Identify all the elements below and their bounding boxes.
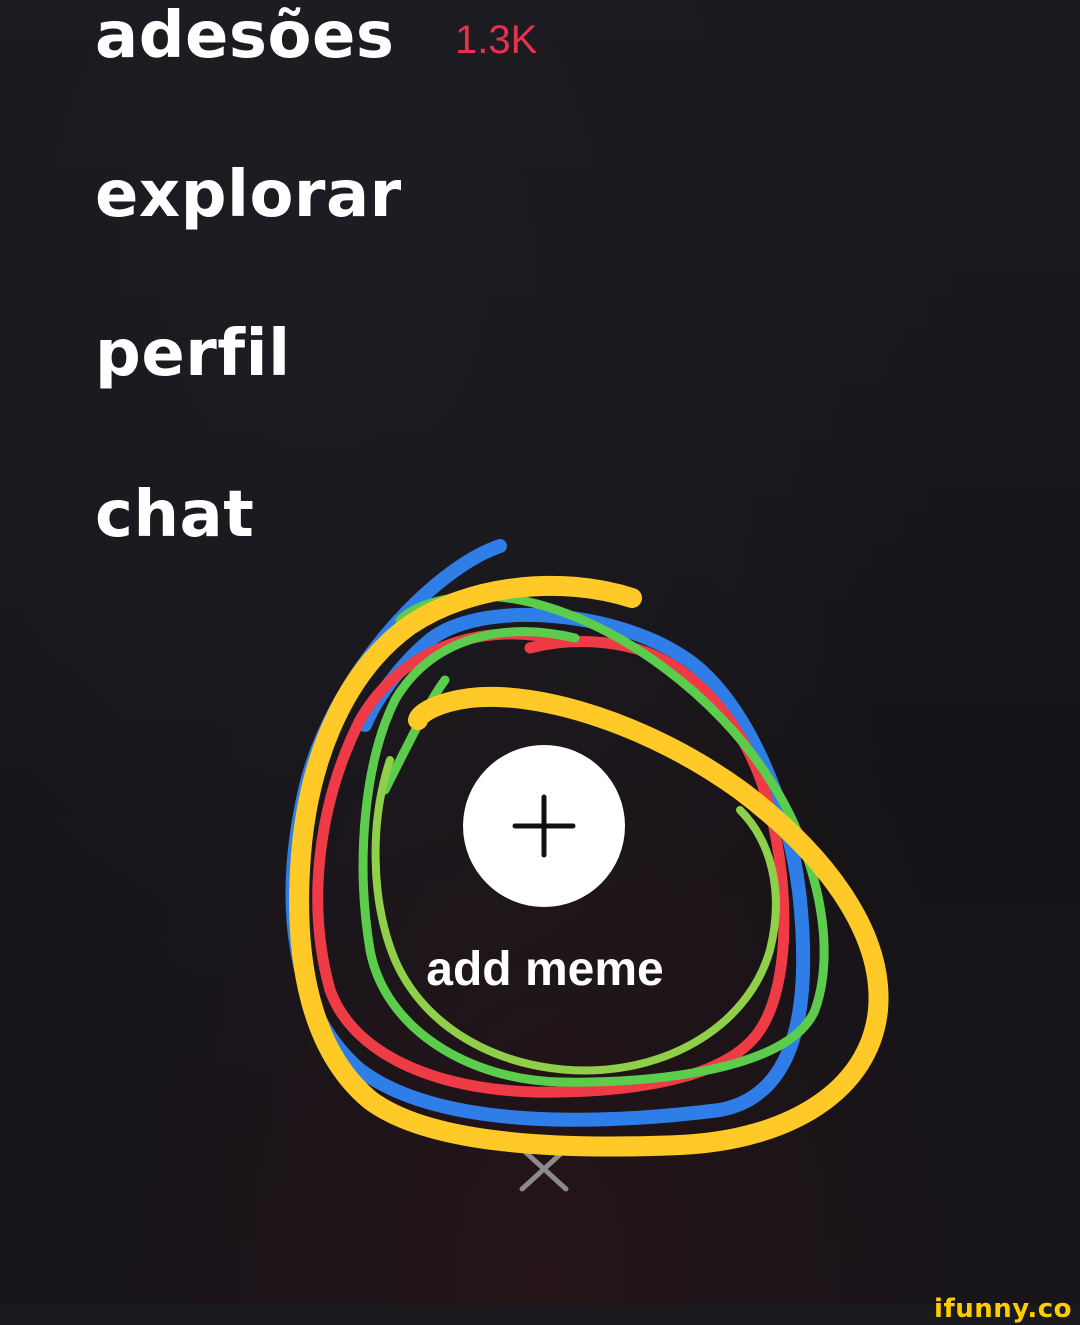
- menu-overlay: adesões 1.3K explorar perfil chat add me…: [0, 0, 1080, 1305]
- menu-item-explorar[interactable]: explorar: [95, 163, 402, 227]
- add-meme-button[interactable]: [463, 745, 625, 907]
- menu-item-label: adesões: [95, 0, 395, 73]
- menu-item-label: chat: [95, 478, 255, 552]
- add-meme-label: add meme: [426, 943, 664, 996]
- menu-item-label: perfil: [95, 317, 291, 391]
- footer-bar: [0, 1305, 1080, 1325]
- close-icon[interactable]: [518, 1146, 570, 1192]
- adesoes-count-badge: 1.3K: [455, 18, 538, 62]
- menu-item-label: explorar: [95, 158, 402, 232]
- menu-item-chat[interactable]: chat: [95, 483, 254, 547]
- menu-item-adesoes[interactable]: adesões: [95, 4, 394, 68]
- ifunny-watermark: ifunny.co: [934, 1294, 1072, 1324]
- plus-icon: [512, 794, 576, 858]
- menu-item-perfil[interactable]: perfil: [95, 322, 291, 386]
